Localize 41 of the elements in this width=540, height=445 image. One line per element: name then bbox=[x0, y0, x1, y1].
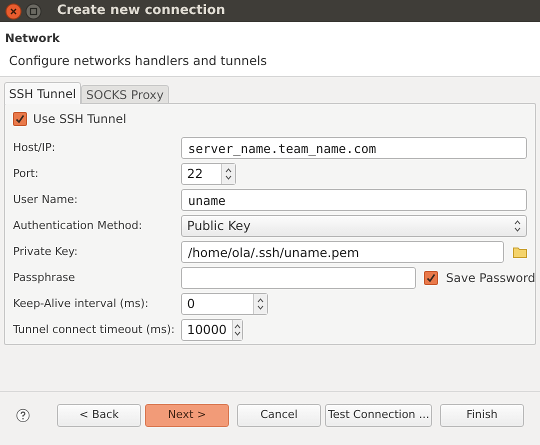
dropdown[interactable]: Public Key bbox=[181, 215, 527, 237]
checkbox[interactable] bbox=[424, 271, 438, 285]
spin-field[interactable]: 22 bbox=[181, 163, 236, 185]
spin-field[interactable]: 10000 bbox=[181, 319, 243, 341]
header-description: Configure networks handlers and tunnels bbox=[9, 52, 268, 70]
spin-value: 10000 bbox=[186, 320, 228, 339]
field-label: Authentication Method: bbox=[13, 218, 144, 234]
spin-arrows-icon[interactable] bbox=[257, 297, 264, 311]
text-field[interactable]: server_name.team_name.com bbox=[181, 137, 527, 159]
spin-value: 22 bbox=[186, 164, 204, 183]
dialog-button[interactable]: Finish bbox=[440, 404, 524, 427]
spin-value: 0 bbox=[186, 294, 196, 313]
field-label: Keep-Alive interval (ms): bbox=[13, 296, 150, 312]
field-label: User Name: bbox=[13, 192, 79, 208]
password-field[interactable] bbox=[181, 267, 416, 289]
dialog-button[interactable]: < Back bbox=[57, 404, 141, 427]
restore-icon[interactable] bbox=[25, 2, 42, 20]
tab[interactable]: SSH Tunnel bbox=[4, 82, 82, 104]
dropdown-value: Public Key bbox=[187, 216, 251, 235]
text-field[interactable]: /home/ola/.ssh/uname.pem bbox=[181, 241, 504, 263]
field-label: Port: bbox=[13, 166, 40, 182]
spin-arrows-icon[interactable] bbox=[234, 323, 241, 337]
text-field[interactable]: uname bbox=[181, 189, 527, 211]
header-title: Network bbox=[5, 30, 61, 47]
field-label: Passphrase bbox=[13, 270, 76, 286]
field-label: Host/IP: bbox=[13, 140, 56, 156]
checkbox[interactable] bbox=[13, 112, 27, 126]
help-icon[interactable] bbox=[16, 407, 30, 424]
dialog-button[interactable]: Next > bbox=[145, 404, 229, 427]
close-icon[interactable] bbox=[5, 2, 22, 20]
field-label: Tunnel connect timeout (ms): bbox=[13, 322, 176, 338]
spin-arrows-icon[interactable] bbox=[514, 219, 521, 233]
field-label: Private Key: bbox=[13, 244, 79, 260]
tab[interactable]: SOCKS Proxy bbox=[81, 85, 169, 104]
dialog-button[interactable]: Cancel bbox=[237, 404, 321, 427]
window-title: Create new connection bbox=[57, 2, 226, 20]
spin-arrows-icon[interactable] bbox=[225, 167, 232, 181]
dialog-button[interactable]: Test Connection ... bbox=[325, 404, 432, 427]
spin-field[interactable]: 0 bbox=[181, 293, 268, 315]
checkbox-label: Save Password bbox=[446, 270, 536, 287]
checkbox-label: Use SSH Tunnel bbox=[33, 111, 126, 128]
